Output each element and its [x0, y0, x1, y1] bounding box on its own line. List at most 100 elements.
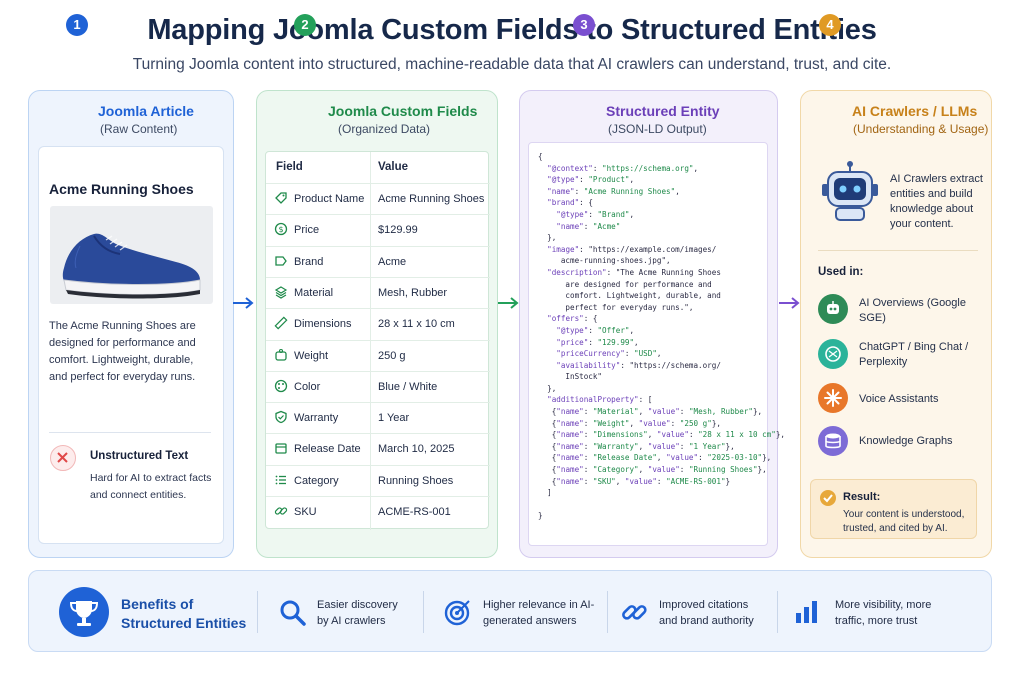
used-in-label: Used in: — [818, 266, 864, 278]
dollar-icon: $ — [274, 223, 288, 236]
svg-text:$: $ — [278, 225, 283, 234]
code-line: "@type": "Brand", — [556, 209, 635, 219]
code-line: comfort. Lightweight, durable, and — [538, 291, 721, 301]
code-line: "@type": "Product", — [547, 175, 635, 185]
arrow-right-icon — [498, 297, 519, 309]
field-name: Category — [294, 474, 339, 487]
bar-chart-icon — [796, 601, 817, 623]
panel-subtitle-entity: (JSON-LD Output) — [608, 122, 707, 136]
arrow-right-icon — [779, 297, 800, 309]
check-icon — [820, 490, 836, 506]
code-line: "@type": "Offer", — [556, 325, 635, 335]
field-value: March 10, 2025 — [378, 443, 455, 456]
field-value: Blue / White — [378, 380, 438, 393]
field-value: $129.99 — [378, 224, 418, 237]
step-number-4: 4 — [819, 14, 841, 36]
table-row: Color Blue / White — [266, 370, 490, 402]
separator — [607, 591, 608, 633]
code-line: "price": "129.99", — [556, 337, 639, 347]
field-value: Acme — [378, 255, 407, 268]
panel-title-crawlers: AI Crawlers / LLMs — [852, 103, 978, 119]
use-label-chatgpt: ChatGPT / Bing Chat / Perplexity — [859, 341, 969, 368]
benefit-text-4: More visibility, more traffic, more trus… — [835, 599, 932, 627]
running-shoe-icon — [62, 233, 201, 299]
code-line: {"name": "Weight", "value": "250 g"}, — [538, 418, 721, 428]
code-line: } — [538, 511, 543, 521]
table-row: Release Date March 10, 2025 — [266, 433, 490, 464]
shoe-image — [50, 206, 213, 304]
use-label-voice: Voice Assistants — [859, 393, 939, 405]
robot-icon — [822, 161, 878, 221]
code-line: ] — [538, 488, 552, 498]
palette-icon — [274, 379, 288, 392]
panel-subtitle-fields: (Organized Data) — [338, 122, 431, 136]
separator — [257, 591, 258, 633]
code-line: {"name": "Category", "value": "Running S… — [538, 465, 767, 475]
table-row: Product Name Acme Running Shoes — [266, 183, 490, 214]
code-line: "name": "Acme" — [556, 221, 621, 231]
list-icon — [275, 475, 286, 485]
table-row: Warranty 1 Year — [266, 402, 490, 433]
field-value: Running Shoes — [378, 474, 454, 487]
code-line: {"name": "Dimensions", "value": "28 x 11… — [538, 430, 785, 440]
code-line: are designed for performance and — [538, 279, 712, 289]
unstructured-title: Unstructured Text — [90, 450, 189, 462]
weight-icon — [275, 348, 287, 361]
code-line: {"name": "SKU", "value": "ACME-RS-001"} — [538, 476, 731, 486]
header-field: Field — [276, 161, 303, 173]
use-label-ai-overviews: AI Overviews (Google SGE) — [859, 297, 966, 324]
divider — [818, 250, 978, 251]
table-row: Material Mesh, Rubber — [266, 276, 490, 308]
code-line: }, — [538, 233, 557, 243]
shield-icon — [275, 410, 287, 424]
target-icon — [444, 600, 470, 626]
separator — [423, 591, 424, 633]
step-number-1: 1 — [66, 14, 88, 36]
link-icon — [622, 605, 647, 620]
page-title: Mapping Joomla Custom Fields to Structur… — [147, 14, 877, 46]
benefits-title: Benefits of Structured Entities — [121, 596, 247, 631]
code-line: "description": "The Acme Running Shoes — [547, 267, 721, 277]
code-line: "@context": "https://schema.org", — [547, 163, 699, 173]
field-value: ACME-RS-001 — [378, 506, 451, 518]
benefit-text-3: Improved citations and brand authority — [659, 599, 754, 627]
custom-fields-table: Field Value Product Name Acme Running Sho… — [265, 151, 490, 530]
json-ld-code-block: { "@context": "https://schema.org", "@ty… — [528, 142, 785, 546]
code-line: "image": "https://example.com/images/ — [547, 244, 717, 254]
article-product-title: Acme Running Shoes — [49, 181, 194, 197]
code-line: InStock" — [538, 372, 603, 382]
field-value: Mesh, Rubber — [378, 286, 448, 299]
table-row: Weight 250 g — [266, 339, 490, 371]
search-icon — [280, 600, 306, 626]
code-line: "additionalProperty": [ — [547, 395, 653, 405]
panel-subtitle-crawlers: (Understanding & Usage) — [853, 122, 989, 136]
field-name: Warranty — [294, 412, 339, 425]
crawler-description: AI Crawlers extract entities and build k… — [890, 173, 983, 230]
field-value: 28 x 11 x 10 cm — [378, 318, 455, 331]
link-icon — [274, 507, 288, 515]
field-name: Dimensions — [294, 318, 352, 331]
result-title: Result: — [843, 491, 881, 503]
layers-icon — [274, 286, 288, 299]
code-line: "priceCurrency": "USD", — [556, 349, 662, 359]
code-line: "name": "Acme Running Shoes", — [547, 186, 680, 196]
result-text: Your content is understood, trusted, and… — [843, 509, 965, 534]
field-value: 250 g — [378, 349, 406, 362]
benefit-text-1: Easier discovery by AI crawlers — [317, 599, 398, 627]
arrow-right-icon — [233, 297, 254, 309]
article-description: The Acme Running Shoes are designed for … — [49, 320, 196, 383]
panel-subtitle-article: (Raw Content) — [100, 122, 178, 136]
field-name: Color — [294, 380, 321, 393]
code-line: "offers": { — [547, 314, 598, 324]
field-name: Product Name — [294, 193, 365, 205]
table-row: Brand Acme — [266, 245, 490, 277]
code-line: {"name": "Material", "value": "Mesh, Rub… — [538, 407, 763, 417]
ruler-icon — [274, 316, 288, 330]
field-value: 1 Year — [378, 412, 410, 425]
label-icon — [275, 255, 287, 266]
use-label-knowledge-graphs: Knowledge Graphs — [859, 435, 953, 447]
code-line: "availability": "https://schema.org/ — [556, 360, 721, 370]
code-line: perfect for everyday runs.", — [538, 302, 694, 312]
page-subtitle: Turning Joomla content into structured, … — [132, 56, 892, 73]
